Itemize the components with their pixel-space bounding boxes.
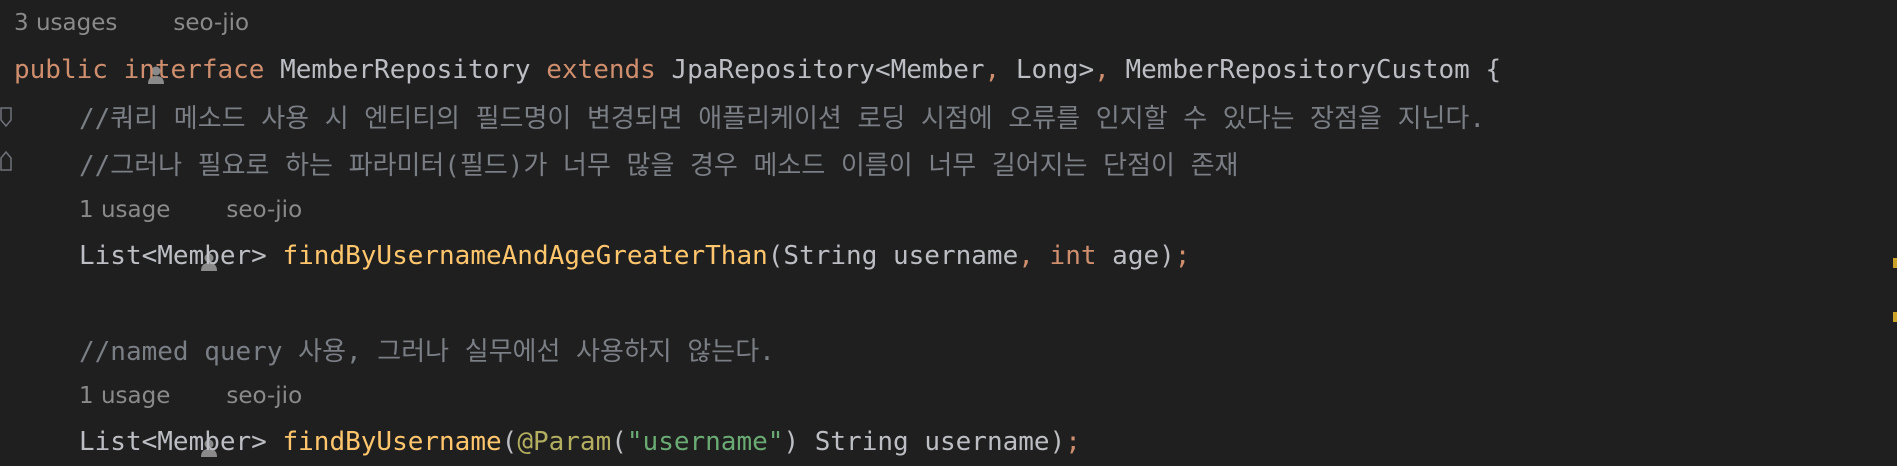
code-line-comment-3[interactable]: //named query 사용, 그러나 실무에선 사용하지 않는다. (79, 326, 1897, 372)
comment-text: //그러나 필요로 하는 파라미터(필드)가 너무 많을 경우 메소드 이름이 … (79, 150, 1239, 181)
method-name: findByUsernameAndAgeGreaterThan (282, 241, 768, 271)
semicolon: ; (1065, 427, 1081, 457)
open-paren: ( (767, 241, 784, 271)
return-type: List<Member> (79, 241, 267, 271)
open-paren: ( (611, 427, 627, 457)
fold-marker-icon[interactable] (0, 106, 14, 137)
usages-hint-method-2[interactable]: 1 usage seo-jio (79, 373, 1897, 457)
annotation: @Param (517, 427, 612, 457)
code-line-method-1[interactable]: List<Member> findByUsernameAndAgeGreater… (79, 233, 1897, 279)
person-icon (200, 200, 218, 271)
interface-name: MemberRepository (280, 55, 531, 85)
error-stripe-mark[interactable] (1893, 312, 1897, 322)
keyword-interface: interface (123, 55, 265, 85)
usages-hint-interface[interactable]: 3 usages seo-jio (14, 0, 1897, 84)
param-name: username (924, 427, 1050, 457)
comma: , (984, 55, 1001, 85)
close-paren: ) (783, 427, 800, 457)
generic-type: Long> (1015, 55, 1095, 85)
param-type: String (814, 427, 909, 457)
code-line-comment-2[interactable]: //그러나 필요로 하는 파라미터(필드)가 너무 많을 경우 메소드 이름이 … (79, 140, 1897, 186)
keyword-public: public (14, 55, 108, 85)
error-stripe-mark[interactable] (1893, 258, 1897, 268)
string-literal: "username" (626, 427, 784, 457)
author-name[interactable]: seo-jio (173, 10, 249, 36)
param-name: username (893, 241, 1019, 271)
parent-type-custom: MemberRepositoryCustom (1125, 55, 1470, 85)
author-name[interactable]: seo-jio (226, 197, 302, 223)
usages-count[interactable]: 3 usages (14, 10, 117, 36)
param-name: age (1112, 241, 1160, 271)
comma: , (1094, 55, 1110, 85)
open-brace: { (1485, 55, 1502, 85)
comment-text: //named query 사용, 그러나 실무에선 사용하지 않는다. (79, 336, 775, 367)
usages-hint-method-1[interactable]: 1 usage seo-jio (79, 187, 1897, 271)
return-type: List<Member> (79, 427, 267, 457)
person-icon (147, 13, 165, 84)
fold-marker-icon[interactable] (0, 148, 14, 179)
usages-count[interactable]: 1 usage (79, 383, 170, 409)
semicolon: ; (1174, 241, 1191, 271)
comment-text: //쿼리 메소드 사용 시 엔티티의 필드명이 변경되면 애플리케이션 로딩 시… (79, 103, 1486, 134)
code-line-comment-1[interactable]: //쿼리 메소드 사용 시 엔티티의 필드명이 변경되면 애플리케이션 로딩 시… (79, 93, 1897, 139)
param-type: String (783, 241, 878, 271)
parent-type: JpaRepository<Member (671, 55, 985, 85)
code-line-method-2[interactable]: List<Member> findByUsername(@Param("user… (79, 419, 1897, 465)
param-type-int: int (1049, 241, 1097, 271)
keyword-extends: extends (546, 55, 656, 85)
code-editor[interactable]: 3 usages seo-jio public interface Member… (0, 0, 1897, 466)
comma: , (1018, 241, 1034, 271)
person-icon (200, 386, 218, 457)
close-paren: ) (1159, 241, 1175, 271)
code-line-interface-declaration[interactable]: public interface MemberRepository extend… (14, 47, 1897, 93)
close-paren: ) (1049, 427, 1066, 457)
method-name: findByUsername (282, 427, 502, 457)
author-name[interactable]: seo-jio (226, 383, 302, 409)
open-paren: ( (501, 427, 518, 457)
usages-count[interactable]: 1 usage (79, 197, 170, 223)
